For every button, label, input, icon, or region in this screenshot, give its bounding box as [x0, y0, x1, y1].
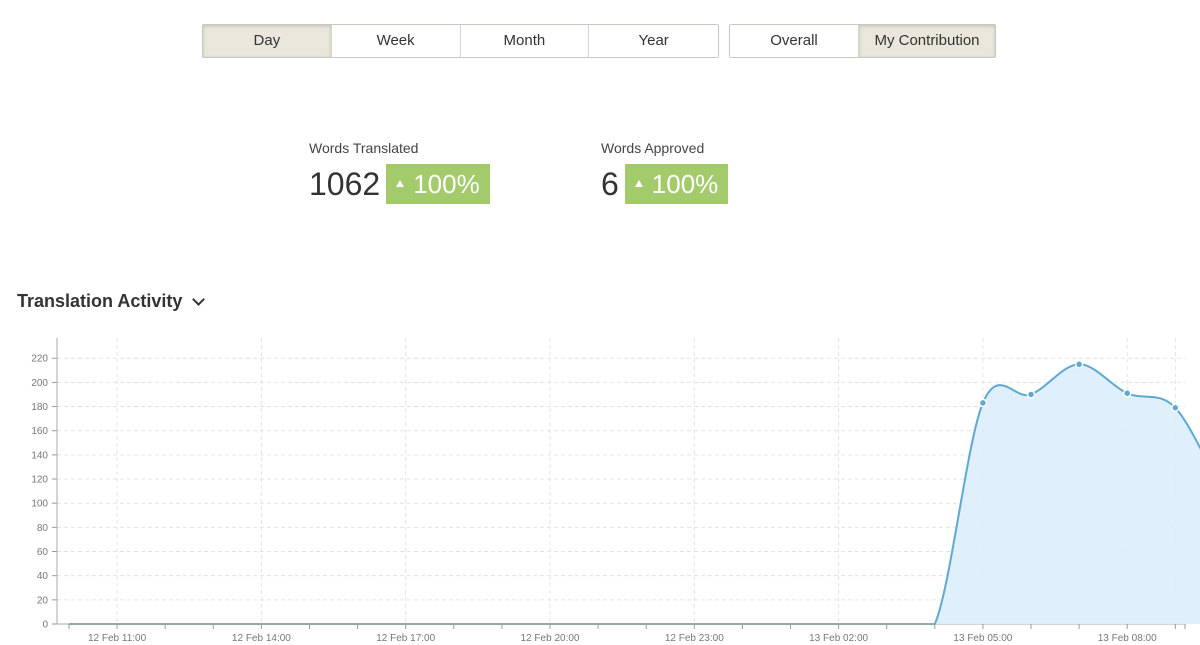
tab-week[interactable]: Week — [331, 25, 461, 57]
y-tick-label: 100 — [31, 499, 48, 510]
y-tick-label: 140 — [31, 450, 48, 461]
y-tick-label: 60 — [37, 547, 49, 558]
tab-year[interactable]: Year — [589, 25, 718, 57]
x-tick-label: 13 Feb 02:00 — [809, 633, 868, 644]
data-point — [978, 398, 988, 408]
x-tick-label: 12 Feb 23:00 — [665, 633, 724, 644]
chevron-down-icon — [192, 292, 206, 306]
data-point — [1171, 403, 1180, 413]
tab-month[interactable]: Month — [460, 25, 590, 57]
up-triangle-icon — [396, 179, 405, 187]
period-selector: Day Week Month Year — [202, 24, 719, 58]
data-point — [1122, 389, 1132, 398]
x-tick-label: 13 Feb 05:00 — [953, 633, 1012, 644]
words-translated-value: 1062 — [309, 166, 381, 202]
y-tick-label: 120 — [31, 475, 48, 486]
tab-overall[interactable]: Overall — [730, 25, 859, 57]
y-tick-label: 220 — [31, 354, 48, 365]
up-triangle-icon — [634, 179, 643, 187]
translation-activity-toggle[interactable]: Translation Activity — [17, 291, 206, 312]
y-tick-label: 200 — [31, 378, 48, 389]
words-translated-change-badge: 100% — [386, 164, 490, 204]
words-translated-change: 100% — [413, 169, 480, 199]
words-approved-change: 100% — [651, 169, 719, 199]
words-approved-value: 6 — [601, 166, 619, 202]
y-tick-label: 180 — [31, 402, 48, 413]
x-tick-label: 12 Feb 20:00 — [521, 633, 580, 644]
y-tick-label: 40 — [37, 571, 49, 582]
y-tick-label: 160 — [31, 426, 48, 437]
y-tick-label: 0 — [42, 620, 48, 631]
x-tick-label: 12 Feb 17:00 — [376, 633, 435, 644]
x-tick-label: 13 Feb 08:00 — [1098, 633, 1157, 644]
activity-area — [69, 364, 1200, 624]
words-approved-stat: Words Approved 6 100% — [601, 140, 729, 204]
words-approved-change-badge: 100% — [624, 164, 729, 204]
scope-selector: Overall My Contribution — [729, 24, 996, 58]
x-tick-label: 12 Feb 14:00 — [232, 633, 291, 644]
words-approved-label: Words Approved — [601, 140, 705, 156]
y-tick-label: 20 — [37, 595, 49, 606]
x-tick-label: 12 Feb 11:00 — [88, 633, 147, 644]
translation-activity-chart: 0 20 40 60 80 100 120 140 160 180 200 220 12 Feb 11:… — [31, 338, 1200, 644]
tab-day[interactable]: Day — [203, 25, 332, 57]
section-title: Translation Activity — [17, 291, 183, 311]
y-tick-label: 80 — [37, 523, 49, 534]
words-translated-stat: Words Translated 1062 100% — [309, 140, 490, 204]
data-point — [1026, 390, 1036, 399]
data-point — [1074, 360, 1084, 369]
tab-my-contribution[interactable]: My Contribution — [859, 25, 995, 57]
words-translated-label: Words Translated — [309, 140, 419, 156]
